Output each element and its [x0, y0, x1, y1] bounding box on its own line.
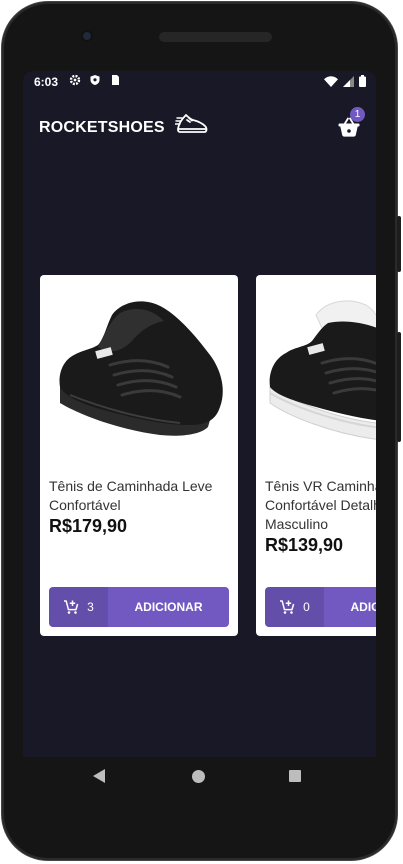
add-shopping-cart-icon — [280, 600, 295, 614]
status-bar: 6:03 — [23, 71, 376, 93]
product-image — [59, 301, 223, 436]
settings-icon — [69, 74, 81, 86]
product-card: Tênis de Caminhada Leve Confortável R$17… — [40, 275, 238, 636]
signal-icon — [343, 75, 354, 87]
cart-amount-value: 3 — [87, 600, 94, 614]
shoe-logo-icon — [175, 114, 208, 133]
app-logo-text[interactable]: ROCKETSHOES — [39, 119, 165, 137]
product-title: Tênis de Caminhada Leve Confortável — [49, 478, 213, 513]
product-image — [269, 300, 376, 440]
cart-amount: 0 — [265, 587, 324, 627]
wifi-icon — [324, 75, 338, 87]
earpiece-speaker — [159, 32, 272, 42]
add-to-cart-button[interactable]: 0 ADICIONAR — [265, 587, 376, 627]
recent-apps-icon[interactable] — [289, 770, 301, 782]
app-screen: 6:03 ROCKETSHOES 1 Tênis de Caminhada Le… — [23, 71, 376, 757]
product-title: Tênis VR Caminhada Confortável Detalhes … — [265, 478, 376, 532]
add-button-label: ADICIONAR — [134, 600, 203, 614]
status-time: 6:03 — [34, 75, 59, 89]
product-price: R$179,90 — [49, 516, 128, 536]
cart-amount: 3 — [49, 587, 108, 627]
back-icon[interactable] — [93, 769, 106, 783]
home-icon[interactable] — [192, 770, 205, 783]
battery-icon — [359, 75, 366, 87]
product-card: Tênis VR Caminhada Confortável Detalhes … — [256, 275, 376, 636]
sim-card-icon — [112, 75, 119, 85]
volume-button — [397, 332, 401, 442]
power-button — [397, 216, 401, 272]
cart-amount-value: 0 — [303, 600, 310, 614]
system-navigation-bar — [23, 757, 376, 797]
add-to-cart-button[interactable]: 3 ADICIONAR — [49, 587, 229, 627]
add-shopping-cart-icon — [64, 600, 79, 614]
add-button-label: ADICIONAR — [350, 600, 377, 614]
status-icons — [324, 75, 366, 87]
cart-count-badge: 1 — [350, 107, 365, 122]
front-camera — [81, 30, 93, 42]
product-price: R$139,90 — [265, 535, 344, 555]
shield-icon — [90, 75, 100, 85]
